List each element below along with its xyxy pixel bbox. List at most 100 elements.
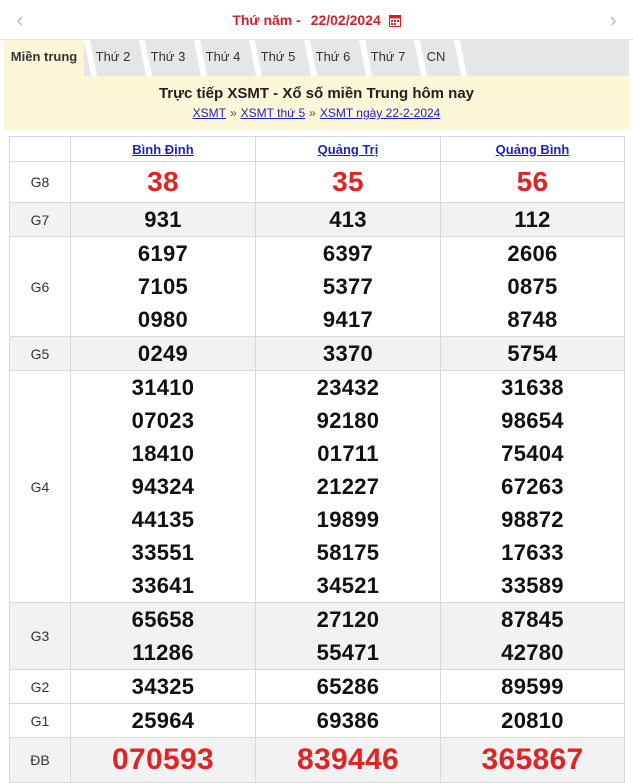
- breadcrumb-separator: »: [309, 106, 316, 120]
- date-value[interactable]: 22/02/2024: [311, 12, 381, 28]
- result-number: 17633: [501, 540, 564, 565]
- result-number: 44135: [131, 507, 195, 532]
- page-banner: Trực tiếp XSMT - Xổ số miền Trung hôm na…: [4, 76, 629, 130]
- result-number: 6397: [322, 241, 374, 266]
- region-day-tabs: Miền trung Thứ 2 Thứ 3 Thứ 4 Thứ 5 Thứ 6…: [4, 40, 629, 76]
- result-cell: 27120 55471: [255, 602, 441, 670]
- result-number: 07023: [131, 408, 195, 433]
- result-number: 11286: [132, 640, 194, 665]
- result-cell: 0249: [70, 336, 256, 371]
- result-number: 5754: [507, 341, 558, 366]
- prize-label: G1: [9, 703, 71, 738]
- prize-label: G3: [9, 602, 71, 670]
- result-cell: 38: [70, 161, 256, 203]
- result-cell: 5754: [440, 336, 625, 371]
- prize-label: ĐB: [9, 737, 71, 783]
- breadcrumb: XSMT» XSMT thứ 5» XSMT ngày 22-2-2024: [4, 106, 629, 120]
- result-number: 35: [332, 166, 364, 197]
- result-number: 19899: [316, 507, 380, 532]
- result-number: 58175: [316, 540, 380, 565]
- result-number: 31410: [131, 375, 195, 400]
- calendar-icon[interactable]: [388, 14, 401, 30]
- special-prize-number: 839446: [297, 743, 399, 776]
- prize-label: G7: [9, 202, 71, 237]
- results-table: Bình Định Quảng Trị Quảng Bình G8 38 35 …: [9, 136, 625, 783]
- prize-column-header: [9, 136, 71, 162]
- table-header-row: Bình Định Quảng Trị Quảng Bình: [9, 136, 625, 162]
- result-number: 98872: [501, 507, 564, 532]
- result-cell: 839446: [255, 737, 441, 783]
- result-cell: 34325: [70, 669, 256, 704]
- result-cell: 89599: [440, 669, 625, 704]
- prize-row-g7: G7 931 413 112: [9, 202, 625, 237]
- special-prize-number: 365867: [481, 743, 584, 776]
- province-header: Quảng Bình: [440, 136, 625, 162]
- result-number: 38: [147, 166, 179, 197]
- province-header: Bình Định: [70, 136, 256, 162]
- prize-label: G2: [9, 669, 71, 704]
- result-cell: 65286: [255, 669, 441, 704]
- result-cell: 2606 0875 8748: [440, 236, 625, 337]
- result-number: 67263: [501, 474, 564, 499]
- result-number: 2606: [507, 241, 558, 266]
- prize-row-g6: G6 6197 7105 0980 6397 5377 9417 2606 08…: [9, 236, 625, 337]
- province-link-quang-tri[interactable]: Quảng Trị: [318, 142, 379, 157]
- result-number: 0980: [137, 307, 189, 332]
- result-cell: 6397 5377 9417: [255, 236, 441, 337]
- result-number: 01711: [317, 441, 379, 466]
- tab-separators: [84, 40, 467, 76]
- prize-row-g4: G4 31410 07023 18410 94324 44135 33551 3…: [9, 370, 625, 603]
- result-number: 21227: [316, 474, 380, 499]
- breadcrumb-xsmt[interactable]: XSMT: [193, 106, 226, 120]
- result-number: 69386: [316, 708, 380, 733]
- result-number: 9417: [322, 307, 374, 332]
- result-number: 75404: [501, 441, 564, 466]
- prize-row-g2: G2 34325 65286 89599: [9, 669, 625, 704]
- result-cell: 31638 98654 75404 67263 98872 17633 3358…: [440, 370, 625, 603]
- result-number: 65286: [316, 674, 380, 699]
- result-number: 89599: [501, 674, 564, 699]
- result-cell: 20810: [440, 703, 625, 738]
- result-cell: 931: [70, 202, 256, 237]
- result-number: 8748: [507, 307, 558, 332]
- result-cell: 56: [440, 161, 625, 203]
- weekday-label: Thứ năm -: [232, 12, 301, 28]
- result-cell: 25964: [70, 703, 256, 738]
- result-number: 6197: [137, 241, 189, 266]
- result-number: 55471: [316, 640, 380, 665]
- result-number: 31638: [501, 375, 564, 400]
- result-cell: 69386: [255, 703, 441, 738]
- result-cell: 35: [255, 161, 441, 203]
- result-cell: 31410 07023 18410 94324 44135 33551 3364…: [70, 370, 256, 603]
- breadcrumb-separator: »: [229, 106, 237, 120]
- result-number: 413: [329, 207, 367, 232]
- prize-row-special: ĐB 070593 839446 365867: [9, 737, 625, 783]
- result-number: 20810: [501, 708, 564, 733]
- result-number: 27120: [316, 607, 380, 632]
- result-number: 33551: [131, 540, 195, 565]
- date-display[interactable]: Thứ năm - 22/02/2024: [0, 12, 633, 30]
- result-number: 65658: [131, 607, 195, 632]
- prize-row-g5: G5 0249 3370 5754: [9, 336, 625, 371]
- prize-row-g8: G8 38 35 56: [9, 161, 625, 203]
- result-cell: 365867: [440, 737, 625, 783]
- page-title: Trực tiếp XSMT - Xổ số miền Trung hôm na…: [158, 85, 475, 102]
- result-number: 98654: [501, 408, 564, 433]
- result-cell: 87845 42780: [440, 602, 625, 670]
- result-cell: 3370: [255, 336, 441, 371]
- breadcrumb-xsmt-thu-5[interactable]: XSMT thứ 5: [241, 106, 306, 120]
- breadcrumb-xsmt-date[interactable]: XSMT ngày 22-2-2024: [320, 106, 441, 120]
- province-link-binh-dinh[interactable]: Bình Định: [132, 142, 193, 157]
- result-cell: 413: [255, 202, 441, 237]
- result-number: 112: [514, 207, 551, 232]
- result-cell: 6197 7105 0980: [70, 236, 256, 337]
- province-link-quang-binh[interactable]: Quảng Bình: [496, 142, 570, 157]
- prize-label: G5: [9, 336, 71, 371]
- result-number: 33589: [501, 573, 564, 598]
- result-number: 34325: [131, 674, 195, 699]
- chevron-right-icon[interactable]: ›: [603, 8, 623, 32]
- special-prize-number: 070593: [112, 743, 214, 776]
- result-number: 5377: [322, 274, 374, 299]
- result-number: 56: [516, 166, 549, 197]
- result-cell: 65658 11286: [70, 602, 256, 670]
